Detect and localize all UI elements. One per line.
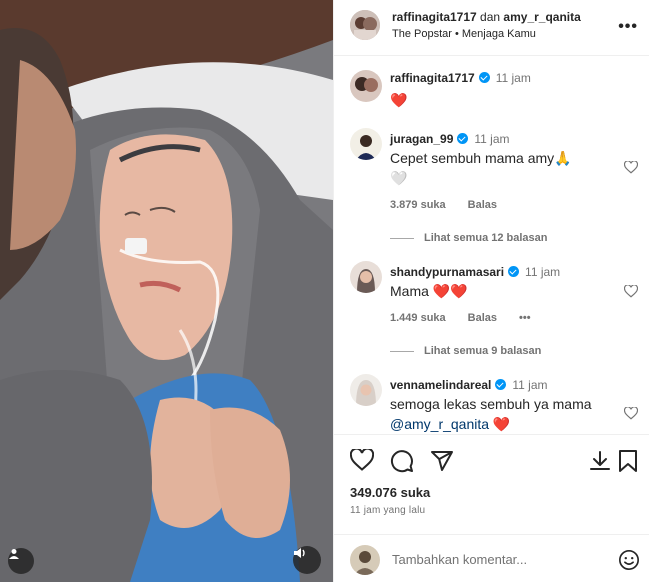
verified-badge-icon <box>478 72 490 83</box>
comment-time[interactable]: 11 jam <box>512 378 547 392</box>
comment-button[interactable] <box>390 449 414 478</box>
comment-header: juragan_99 11 jam <box>390 132 510 146</box>
comment-time[interactable]: 11 jam <box>496 71 531 85</box>
comments-list: raffinagita1717 11 jam ❤️ juragan_99 11 ja… <box>334 56 649 434</box>
avatar[interactable] <box>350 261 382 293</box>
audio-track-link[interactable]: The Popstar • Menjaga Kamu <box>392 28 536 40</box>
speaker-icon <box>294 548 305 558</box>
username-link-1[interactable]: raffinagita1717 <box>392 10 477 24</box>
more-options-icon[interactable]: ••• <box>618 18 638 36</box>
comment-username[interactable]: shandypurnamasari <box>390 265 504 279</box>
avatar-image <box>350 10 380 40</box>
likes-count[interactable]: 349.076 suka <box>350 485 430 500</box>
paper-plane-icon <box>431 451 453 471</box>
comment-text-body: semoga lekas sembuh ya mama <box>390 396 592 412</box>
comment-header: vennamelindareal 11 jam <box>390 378 548 392</box>
view-replies-button[interactable]: Lihat semua 12 balasan <box>390 232 548 244</box>
post-media-video[interactable] <box>0 0 333 582</box>
download-icon <box>590 451 610 470</box>
verified-badge-icon <box>457 133 469 144</box>
avatar-image <box>350 70 382 102</box>
save-button[interactable] <box>618 449 638 478</box>
avatar[interactable] <box>350 70 382 102</box>
comment-text-line2: 🤍 <box>390 170 408 186</box>
sound-toggle-button[interactable] <box>293 546 321 574</box>
comment-meta: 3.879 suka Balas <box>390 199 519 211</box>
username-link-2[interactable]: amy_r_qanita <box>503 10 580 24</box>
heart-outline-icon <box>623 160 639 174</box>
reply-button[interactable]: Balas <box>468 312 497 324</box>
comment-more-icon[interactable]: ••• <box>519 312 531 324</box>
comment-item: juragan_99 11 jam Cepet sembuh mama amy🙏 … <box>334 124 649 244</box>
bookmark-icon <box>619 450 637 472</box>
comment-username[interactable]: raffinagita1717 <box>390 71 475 85</box>
comment-text: Mama ❤️❤️ <box>390 283 468 299</box>
comment-meta: 1.449 suka Balas ••• <box>390 312 553 324</box>
heart-icon <box>349 447 375 471</box>
comment-item: shandypurnamasari 11 jam Mama ❤️❤️ 1.449 … <box>334 257 649 367</box>
comment-like-button[interactable] <box>623 284 639 303</box>
tagged-users-button[interactable] <box>8 548 34 574</box>
comment-item: raffinagita1717 11 jam ❤️ <box>334 66 649 116</box>
comment-username[interactable]: vennamelindareal <box>390 378 491 392</box>
comment-like-button[interactable] <box>623 406 639 425</box>
avatar-image <box>350 545 380 575</box>
comment-time[interactable]: 11 jam <box>474 132 509 146</box>
comment-text: Cepet sembuh mama amy🙏 <box>390 150 572 166</box>
avatar-image <box>350 261 382 293</box>
current-user-avatar[interactable] <box>350 545 380 575</box>
smiley-icon <box>619 550 639 570</box>
comment-like-count[interactable]: 3.879 suka <box>390 199 446 211</box>
post-actions: 349.076 suka 11 jam yang lalu <box>334 434 649 534</box>
comment-text-emoji: ❤️ <box>489 416 511 432</box>
username-joiner: dan <box>480 10 501 24</box>
video-frame-illustration <box>0 0 333 582</box>
mention-link[interactable]: @amy_r_qanita <box>390 416 489 432</box>
comment-header: shandypurnamasari 11 jam <box>390 265 560 279</box>
comment-text: semoga lekas sembuh ya mama @amy_r_qanit… <box>390 394 610 434</box>
verified-badge-icon <box>508 266 520 277</box>
download-button[interactable] <box>588 449 612 478</box>
share-button[interactable] <box>430 449 454 478</box>
heart-outline-icon <box>623 406 639 420</box>
comment-like-button[interactable] <box>623 160 639 179</box>
emoji-button[interactable] <box>618 549 640 576</box>
comment-header: raffinagita1717 11 jam <box>390 71 531 85</box>
collab-avatar[interactable] <box>350 10 380 40</box>
avatar-image <box>350 374 382 406</box>
like-button[interactable] <box>349 447 375 476</box>
comment-username[interactable]: juragan_99 <box>390 132 453 146</box>
heart-outline-icon <box>623 284 639 298</box>
comment-like-count[interactable]: 1.449 suka <box>390 312 446 324</box>
avatar-image <box>350 128 382 160</box>
comment-item: vennamelindareal 11 jam semoga lekas semb… <box>334 370 649 434</box>
collab-usernames: raffinagita1717 dan amy_r_qanita <box>392 10 581 24</box>
add-comment-bar <box>334 534 649 582</box>
comment-text: ❤️ <box>390 92 408 108</box>
user-icon <box>9 549 19 559</box>
comment-time[interactable]: 11 jam <box>525 265 560 279</box>
comment-bubble-icon <box>391 450 413 473</box>
view-replies-button[interactable]: Lihat semua 9 balasan <box>390 345 541 357</box>
post-header: raffinagita1717 dan amy_r_qanita The Pop… <box>334 0 649 56</box>
post-details-panel: raffinagita1717 dan amy_r_qanita The Pop… <box>333 0 649 582</box>
comment-input[interactable] <box>392 549 602 569</box>
verified-badge-icon <box>495 379 507 390</box>
avatar[interactable] <box>350 128 382 160</box>
avatar[interactable] <box>350 374 382 406</box>
reply-button[interactable]: Balas <box>468 199 497 211</box>
post-timestamp[interactable]: 11 jam yang lalu <box>350 505 425 516</box>
